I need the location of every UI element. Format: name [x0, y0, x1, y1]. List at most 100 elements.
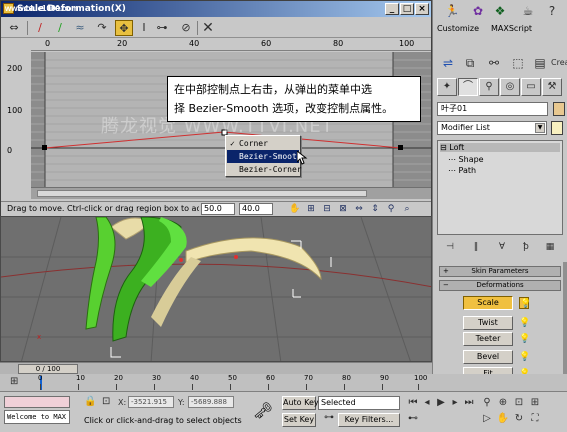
tab-modify[interactable]: ⌒ [458, 78, 478, 96]
key-filters-button[interactable]: Key Filters... [338, 413, 400, 427]
min-max-toggle-icon[interactable]: ⛶ [528, 412, 542, 426]
menu-item-bezier-corner[interactable]: Bezier-Corner [227, 163, 302, 176]
remove-modifier-icon[interactable]: ꝥ [519, 240, 533, 254]
key-mode-icon[interactable]: ⊷ [406, 412, 420, 426]
rollout-deformations[interactable]: − Deformations [439, 280, 561, 291]
go-to-end-icon[interactable]: ⏭ [462, 396, 476, 410]
pan-icon[interactable]: ✋ [289, 203, 301, 215]
tab-hierarchy[interactable]: ⚲ [479, 78, 499, 96]
bevel-deform-button[interactable]: Bevel [463, 350, 513, 364]
delete-control-point-icon[interactable]: ⊘ [177, 20, 195, 36]
display-xy-axes-icon[interactable]: ≈ [71, 20, 89, 36]
field-of-view-icon[interactable]: ▷ [480, 412, 494, 426]
bind-icon[interactable]: ⚯ [485, 54, 503, 72]
stack-item-path[interactable]: ⋯ Path [448, 166, 476, 175]
point-x-field[interactable]: 50.0 [201, 203, 235, 215]
zoom-extents-nav-icon[interactable]: ⊡ [512, 396, 526, 410]
point-y-field[interactable]: 40.0 [239, 203, 273, 215]
set-key-button[interactable]: Set Key [282, 413, 316, 427]
maxscript-listener-output[interactable] [4, 396, 70, 408]
lightbulb-icon[interactable]: 💡 [519, 333, 530, 345]
zoom-icon[interactable]: ⚲ [385, 203, 397, 215]
auto-key-button[interactable]: Auto Key [282, 396, 319, 410]
teeter-deform-button[interactable]: Teeter [463, 332, 513, 346]
zoom-vertical-icon[interactable]: ⇕ [369, 203, 381, 215]
perspective-viewport[interactable]: x [0, 216, 432, 362]
create-selection-set-field[interactable]: Crea [551, 54, 567, 72]
insert-corner-point-icon[interactable]: ⊶ [153, 20, 171, 36]
maxscript-menu[interactable]: MAXScript [491, 24, 532, 33]
move-control-point-icon[interactable]: ✥ [115, 20, 133, 36]
reset-curve-icon[interactable]: ✕ [199, 20, 217, 36]
show-end-result-icon[interactable]: ‖ [469, 240, 483, 254]
customize-menu[interactable]: Customize [437, 24, 479, 33]
absolute-mode-icon[interactable]: ⊡ [102, 396, 110, 407]
tab-display[interactable]: ▭ [521, 78, 541, 96]
make-symmetrical-icon[interactable]: ⇔ [5, 20, 23, 36]
scroll-thumb[interactable] [37, 190, 367, 197]
display-y-axis-icon[interactable]: ∕ [51, 20, 69, 36]
object-name-field[interactable]: 叶子01 [437, 102, 548, 116]
stamp-icon[interactable]: ✿ [469, 2, 487, 20]
stack-item-loft[interactable]: ⊟ Loft [440, 143, 560, 152]
zoom-extents-all-icon[interactable]: ⊞ [528, 396, 542, 410]
arc-rotate-icon[interactable]: ↻ [512, 412, 526, 426]
zoom-vertical-extents-icon[interactable]: ⊠ [337, 203, 349, 215]
lightbulb-icon[interactable]: 💡 [519, 351, 530, 363]
zoom-extents-icon[interactable]: ⊞ [305, 203, 317, 215]
tab-motion[interactable]: ◎ [500, 78, 520, 96]
modifier-list-dropdown[interactable]: Modifier List ▼ [437, 121, 547, 135]
zoom-nav-icon[interactable]: ⚲ [480, 396, 494, 410]
track-bar[interactable]: ⊞ 0 10 20 30 40 50 60 70 80 90 100 [0, 374, 567, 392]
time-slider-thumb[interactable]: 0 / 100 [18, 364, 78, 374]
close-button[interactable]: × [415, 3, 429, 15]
lightbulb-icon[interactable]: 💡 [519, 297, 531, 309]
help-icon[interactable]: ? [543, 2, 561, 20]
zoom-horizontal-icon[interactable]: ⇔ [353, 203, 365, 215]
y-coord-field[interactable]: -5689.888 [188, 396, 234, 408]
lock-selection-icon[interactable]: 🔒 [84, 396, 96, 407]
x-coord-field[interactable]: -3521.915 [128, 396, 174, 408]
select-by-name-icon[interactable]: ▤ [531, 54, 549, 72]
time-slider[interactable]: 0 / 100 [0, 362, 432, 374]
key-filters-icon[interactable]: ⊶ [324, 412, 334, 423]
object-color-swatch[interactable] [553, 102, 565, 116]
scale-control-point-icon[interactable]: I [135, 20, 153, 36]
run-icon[interactable]: 🏃 [443, 2, 461, 20]
scale-deform-button[interactable]: Scale [463, 296, 513, 310]
menu-item-bezier-smooth[interactable]: Bezier-Smooth [227, 150, 302, 163]
select-link-icon[interactable]: ⇌ [439, 54, 457, 72]
unlink-icon[interactable]: ⧉ [461, 54, 479, 72]
select-object-icon[interactable]: ⬚ [509, 54, 527, 72]
go-to-start-icon[interactable]: ⏮ [406, 396, 420, 410]
panel-scrollbar[interactable] [563, 262, 567, 382]
key-mode-select[interactable]: Selected [318, 396, 400, 410]
tab-utilities[interactable]: ⚒ [542, 78, 562, 96]
dialog-titlebar[interactable]: Scale Deformation(X) www.blue1000.com _ … [1, 1, 431, 17]
rollout-skin-parameters[interactable]: + Skin Parameters [439, 266, 561, 277]
gem-icon[interactable]: ❖ [491, 2, 509, 20]
maxscript-listener-input[interactable]: Welcome to MAX [4, 410, 70, 424]
lightbulb-icon[interactable]: 💡 [519, 317, 530, 329]
graph-horizontal-scrollbar[interactable] [31, 187, 431, 199]
zoom-all-icon[interactable]: ⊕ [496, 396, 510, 410]
zoom-region-icon[interactable]: ⌕ [401, 203, 413, 215]
previous-frame-icon[interactable]: ◂ [420, 396, 434, 410]
minimize-button[interactable]: _ [385, 3, 399, 15]
stack-item-shape[interactable]: ⋯ Shape [448, 155, 484, 164]
display-x-axis-icon[interactable]: ∕ [31, 20, 49, 36]
pin-stack-icon[interactable]: ⊣ [443, 240, 457, 254]
menu-item-corner[interactable]: ✓ Corner [227, 137, 299, 150]
swap-curves-icon[interactable]: ↷ [93, 20, 111, 36]
tab-create[interactable]: ✦ [437, 78, 457, 96]
next-frame-icon[interactable]: ▸ [448, 396, 462, 410]
play-icon[interactable]: ▶ [434, 396, 448, 410]
configure-modifier-sets-icon[interactable]: ▦ [543, 240, 557, 254]
zoom-horizontal-extents-icon[interactable]: ⊟ [321, 203, 333, 215]
pan-view-icon[interactable]: ✋ [496, 412, 510, 426]
teapot-icon[interactable]: ☕ [519, 2, 537, 20]
curve-editor-icon[interactable]: ⊞ [10, 376, 18, 387]
make-unique-icon[interactable]: ∀ [495, 240, 509, 254]
twist-deform-button[interactable]: Twist [463, 316, 513, 330]
key-icon[interactable]: 🗝 [248, 396, 278, 426]
